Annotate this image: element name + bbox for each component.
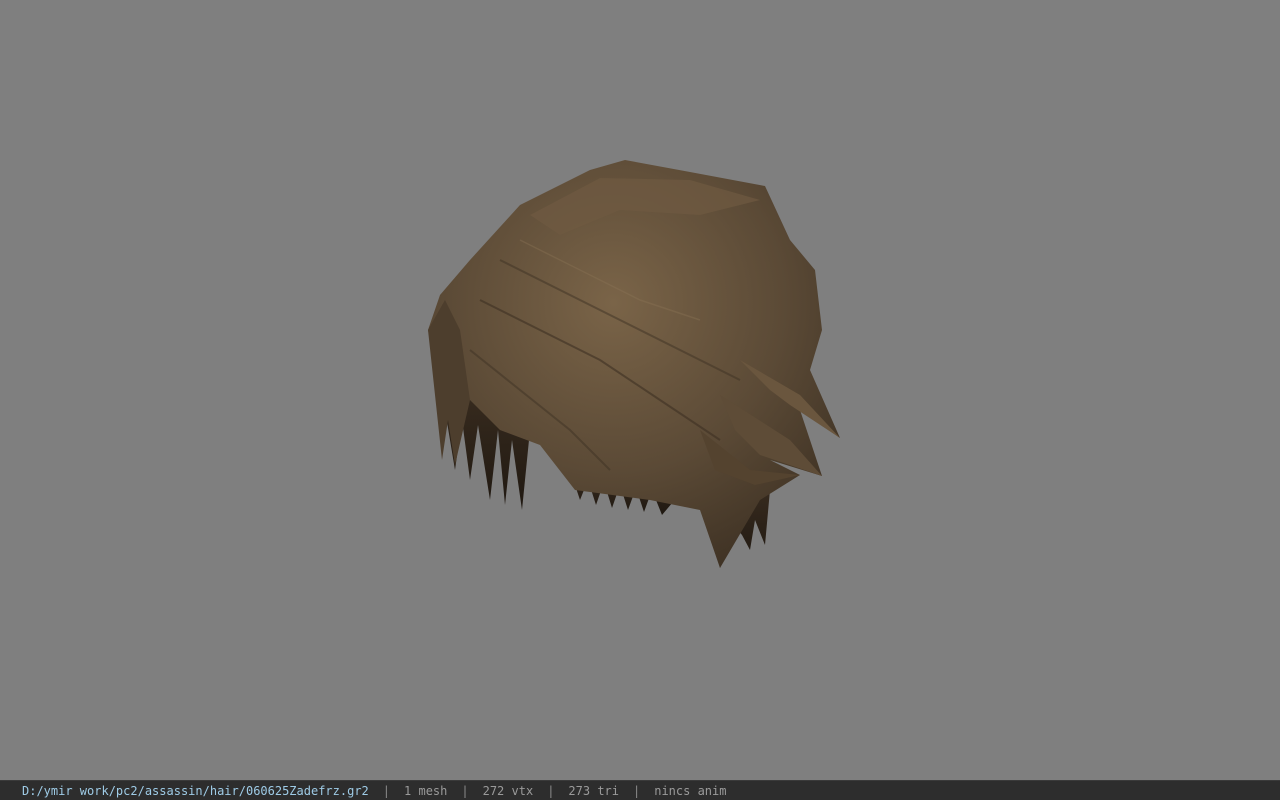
3d-viewport[interactable]	[0, 0, 1280, 780]
status-separator: |	[461, 783, 469, 798]
triangle-count-label: 273 tri	[568, 783, 619, 798]
vertex-count-label: 272 vtx	[482, 783, 534, 798]
mesh-count-label: 1 mesh	[404, 783, 448, 798]
hair-mesh-icon[interactable]	[0, 0, 1280, 780]
status-separator: |	[382, 783, 391, 798]
model-viewer-window: D:/ymir work/pc2/assassin/hair/060625Zad…	[0, 0, 1280, 800]
file-path-label: D:/ymir work/pc2/assassin/hair/060625Zad…	[22, 783, 369, 798]
status-bar: D:/ymir work/pc2/assassin/hair/060625Zad…	[0, 780, 1280, 800]
status-separator: |	[633, 783, 641, 798]
status-separator: |	[547, 783, 555, 798]
animation-status-label: nincs anim	[654, 783, 727, 798]
hair-main-volume	[428, 160, 840, 568]
